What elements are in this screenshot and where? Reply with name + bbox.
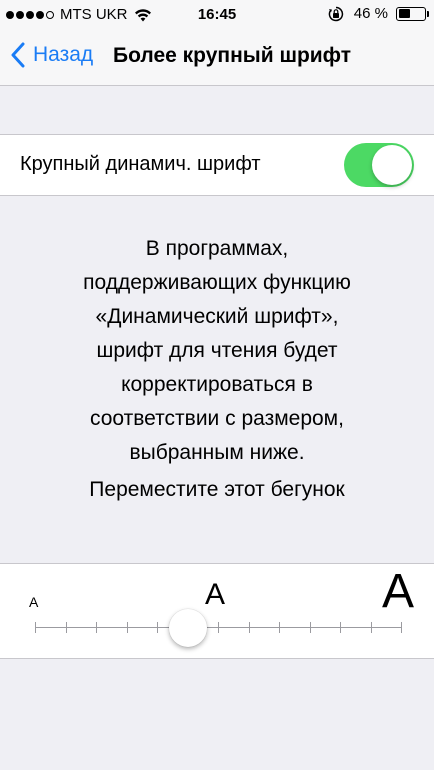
slider-tick — [248, 622, 250, 633]
current-font-preview: A — [205, 578, 226, 611]
battery-fill — [398, 9, 410, 18]
navigation-bar: Назад Более крупный шрифт — [0, 30, 434, 86]
larger-dynamic-type-cell: Крупный динамич. шрифт — [0, 134, 434, 196]
slider-tick — [401, 622, 402, 633]
slider-tick — [340, 622, 341, 633]
description-line: выбранным ниже. — [129, 441, 305, 464]
status-bar: MTS UKR 16:45 46 % — [0, 0, 434, 30]
slider-tick — [218, 622, 219, 633]
slider-tick — [35, 622, 36, 633]
description-line: В программах, — [145, 237, 289, 260]
large-font-label: A — [382, 565, 415, 618]
small-font-label: A — [29, 594, 39, 610]
battery-icon — [396, 6, 429, 21]
description-line: корректироваться в — [121, 373, 313, 396]
description-line: соответствии с размером, — [90, 407, 344, 430]
slider-hint: Переместите этот бегунок — [89, 478, 345, 501]
slider-tick — [65, 622, 67, 633]
chevron-left-icon — [11, 42, 25, 68]
page-title: Более крупный шрифт — [113, 44, 352, 67]
slider-tick — [157, 622, 158, 633]
description-line: шрифт для чтения будет — [96, 339, 338, 362]
larger-dynamic-type-switch[interactable] — [344, 143, 414, 187]
slider-thumb[interactable] — [168, 609, 207, 647]
slider-tick — [309, 622, 311, 633]
dynamic-type-description: В программах, поддерживающих функцию «Ди… — [30, 232, 404, 470]
font-size-slider-cell: A A A — [0, 563, 434, 659]
rotation-lock-icon — [328, 6, 343, 21]
description-line: поддерживающих функцию — [83, 271, 351, 294]
description-line: «Динамический шрифт», — [95, 305, 339, 328]
slider-tick — [279, 622, 280, 633]
slider-tick — [370, 622, 372, 633]
slider-tick — [96, 622, 97, 633]
switch-knob — [372, 145, 412, 185]
back-button-label: Назад — [33, 43, 94, 66]
slider-tick — [126, 622, 128, 633]
larger-dynamic-type-label: Крупный динамич. шрифт — [20, 153, 261, 175]
status-bar-right: 46 % — [328, 5, 429, 22]
battery-percent: 46 % — [353, 5, 388, 22]
back-button[interactable]: Назад — [10, 42, 93, 68]
